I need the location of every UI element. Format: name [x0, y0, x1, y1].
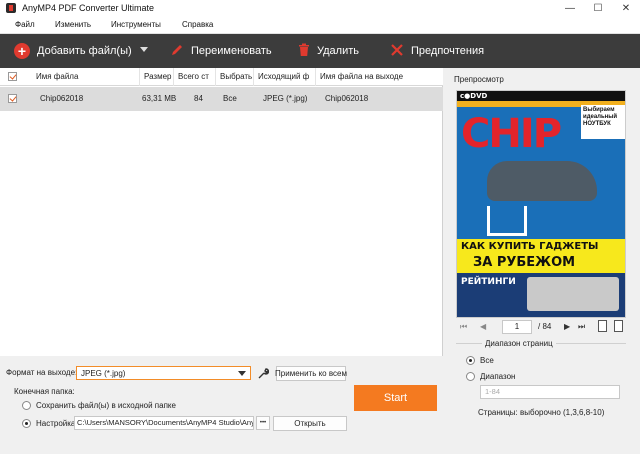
tools-icon [390, 43, 404, 60]
range-custom-radio[interactable] [466, 372, 475, 381]
save-source-label: Сохранить файл(ы) в исходной папке [36, 401, 176, 410]
delete-button[interactable]: Удалить [298, 34, 359, 68]
rename-button[interactable]: Переименовать [170, 34, 272, 68]
range-note: Страницы: выборочно (1,3,6,8-10) [478, 408, 605, 417]
add-files-label: Добавить файл(ы) [37, 45, 132, 57]
chevron-down-icon [238, 371, 246, 376]
maximize-button[interactable]: ☐ [584, 0, 612, 16]
plus-icon: + [14, 43, 30, 59]
pencil-icon [170, 43, 184, 60]
custom-folder-label: Настройка: [36, 419, 78, 428]
single-page-icon[interactable] [598, 320, 607, 332]
table-header: Имя файла Размер Всего ст Выбрать Исходя… [0, 68, 443, 86]
preferences-button[interactable]: Предпочтения [390, 34, 484, 68]
save-source-radio[interactable] [22, 401, 31, 410]
page-navigator: ⏮ ◀ 1 / 84 ▶ ⏭ [456, 320, 636, 336]
col-total[interactable]: Всего ст [174, 68, 216, 86]
prev-page-icon[interactable]: ◀ [480, 322, 486, 331]
menu-tools[interactable]: Инструменты [111, 20, 161, 29]
preview-thumbnail: c●DVD CHIP Выбираем идеальный НОУТБУК КА… [456, 90, 626, 318]
add-files-button[interactable]: + Добавить файл(ы) [14, 34, 132, 68]
range-all-label: Все [480, 356, 494, 365]
rename-label: Переименовать [191, 45, 272, 57]
start-button[interactable]: Start [354, 385, 437, 411]
menu-file[interactable]: Файл [15, 20, 35, 29]
cover-badge: Выбираем идеальный НОУТБУК [581, 105, 625, 139]
open-folder-button[interactable]: Открыть [273, 416, 347, 431]
delete-label: Удалить [317, 45, 359, 57]
range-custom-label: Диапазон [480, 372, 516, 381]
destination-label: Конечная папка: [14, 387, 75, 396]
row-file-name: Chip062018 [40, 94, 84, 103]
output-settings: Формат на выходе: JPEG (*.jpg) Применить… [0, 356, 443, 454]
col-size[interactable]: Размер [140, 68, 174, 86]
output-path-input[interactable]: C:\Users\MANSORY\Documents\AnyMP4 Studio… [74, 416, 254, 430]
page-number-input[interactable]: 1 [502, 320, 532, 334]
last-page-icon[interactable]: ⏭ [578, 322, 585, 332]
app-logo-icon [6, 3, 16, 13]
row-size: 63,31 MB [142, 94, 177, 103]
minimize-button[interactable]: — [556, 0, 584, 16]
window-title: AnyMP4 PDF Converter Ultimate [22, 3, 155, 13]
apply-all-button[interactable]: Применить ко всем [275, 366, 347, 381]
add-files-dropdown-icon[interactable] [140, 47, 148, 52]
cover-dvd-text: c●DVD [460, 92, 488, 100]
menu-help[interactable]: Справка [182, 20, 213, 29]
menu-edit[interactable]: Изменить [55, 20, 91, 29]
row-checkbox[interactable] [8, 94, 17, 103]
col-file-name[interactable]: Имя файла [32, 68, 140, 86]
table-row[interactable]: Chip062018 63,31 MB 84 Все JPEG (*.jpg) … [0, 87, 443, 111]
wrench-icon[interactable] [256, 366, 270, 380]
file-table: Имя файла Размер Всего ст Выбрать Исходя… [0, 68, 443, 356]
close-button[interactable]: ✕ [612, 0, 640, 16]
page-total: / 84 [538, 322, 552, 331]
range-all-radio[interactable] [466, 356, 475, 365]
row-total-pages: 84 [194, 94, 203, 103]
preferences-label: Предпочтения [411, 45, 485, 57]
trash-icon [298, 43, 310, 60]
toolbar: + Добавить файл(ы) Переименовать Удалить… [0, 34, 640, 68]
cover-headline-1: КАК КУПИТЬ ГАДЖЕТЫ [461, 241, 599, 252]
page-list-icon[interactable] [614, 320, 623, 332]
range-input[interactable]: 1-84 [480, 385, 620, 399]
preview-pane: Препросмотр c●DVD CHIP Выбираем идеальны… [444, 68, 640, 454]
custom-folder-radio[interactable] [22, 419, 31, 428]
next-page-icon[interactable]: ▶ [564, 322, 570, 331]
cover-logo: CHIP [461, 111, 562, 157]
select-all-checkbox[interactable] [8, 72, 17, 81]
cover-car-image [487, 161, 597, 201]
preview-title: Препросмотр [454, 75, 504, 84]
range-title: Диапазон страниц [482, 339, 556, 348]
cover-gadget-image [527, 277, 619, 311]
col-select[interactable]: Выбрать [216, 68, 254, 86]
format-select[interactable]: JPEG (*.jpg) [76, 366, 251, 380]
menu-bar: Файл Изменить Инструменты Справка [0, 16, 640, 34]
cover-bottom-title: РЕЙТИНГИ [461, 277, 516, 287]
cover-headline-2: ЗА РУБЕЖОМ [473, 255, 576, 270]
title-bar: AnyMP4 PDF Converter Ultimate — ☐ ✕ [0, 0, 640, 16]
row-output-format[interactable]: JPEG (*.jpg) [259, 87, 307, 111]
first-page-icon[interactable]: ⏮ [460, 322, 467, 332]
col-output-name[interactable]: Имя файла на выходе [316, 68, 443, 86]
row-output-name[interactable]: Chip062018 [321, 87, 368, 111]
format-select-value: JPEG (*.jpg) [81, 369, 126, 378]
browse-button[interactable]: ••• [256, 416, 270, 430]
cover-cart-image [487, 206, 527, 236]
col-output-format[interactable]: Исходящий ф [254, 68, 316, 86]
row-select[interactable]: Все [219, 87, 237, 111]
format-label: Формат на выходе: [6, 368, 78, 377]
